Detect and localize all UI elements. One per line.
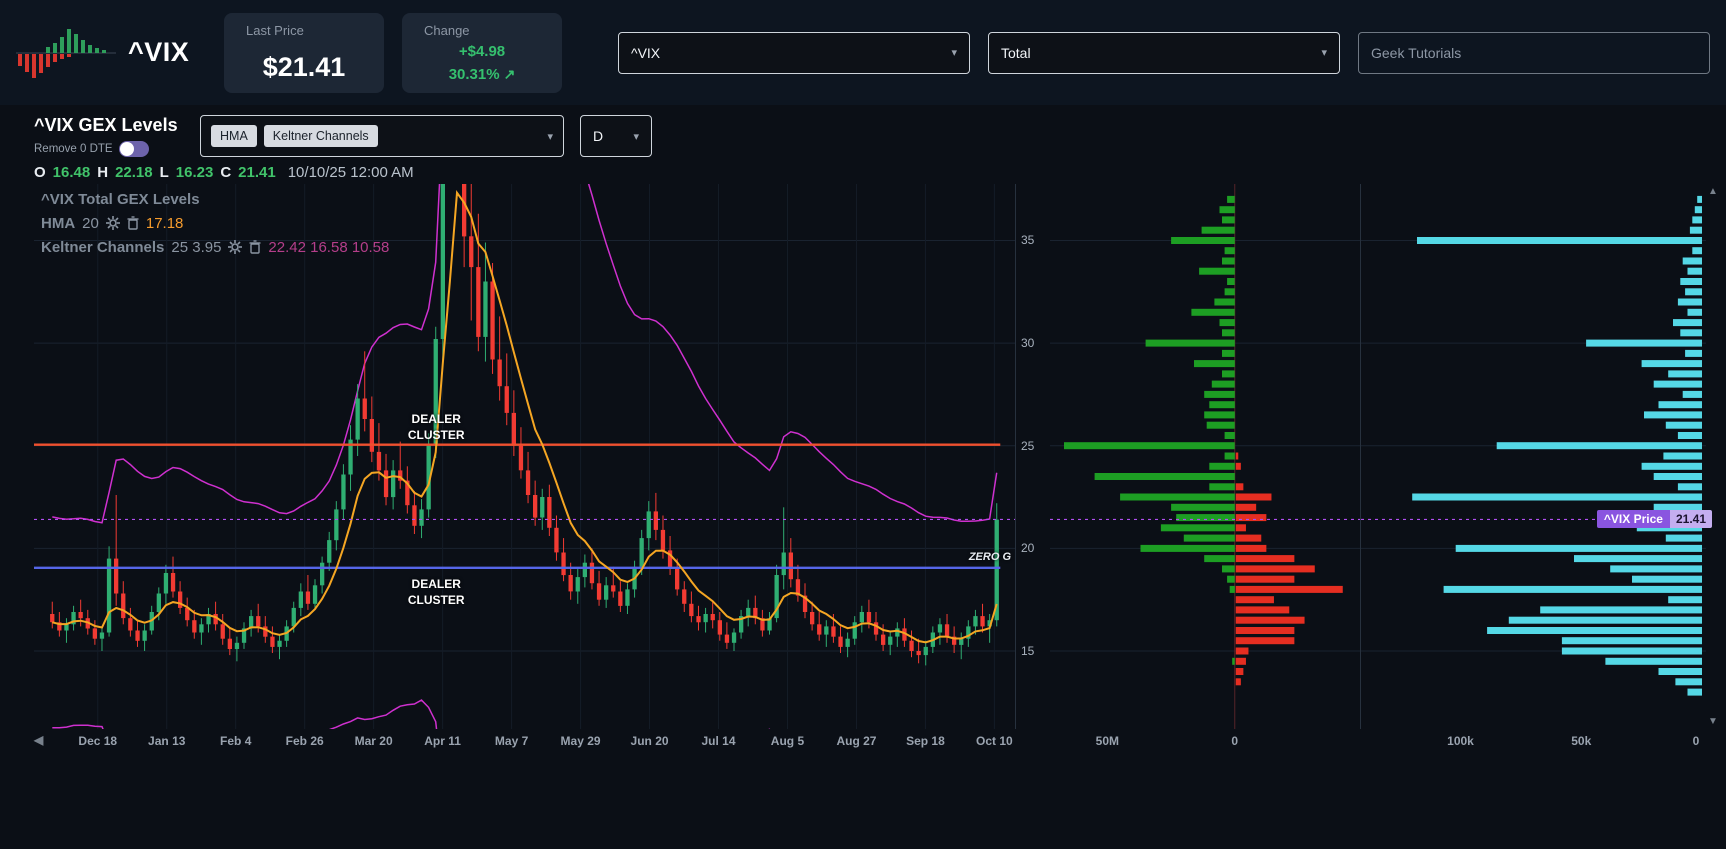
dealer-cluster-label: DEALER CLUSTER bbox=[407, 411, 465, 442]
y-axis-label: 20 bbox=[1021, 541, 1035, 556]
change-card: Change +$4.98 30.31% ↗ bbox=[402, 12, 562, 93]
last-price-value: $21.41 bbox=[262, 51, 346, 82]
zero-gamma-label: ZERO G bbox=[968, 550, 1011, 563]
change-amount: +$4.98 bbox=[458, 43, 506, 60]
ohlc-datetime: 10/10/25 12:00 AM bbox=[287, 164, 414, 181]
x-axis-label: Apr 11 bbox=[424, 734, 461, 748]
legend-keltner-values: 22.42 16.58 10.58 bbox=[268, 238, 390, 256]
chart-title: ^VIX GEX Levels bbox=[34, 115, 178, 135]
gear-icon[interactable] bbox=[228, 240, 243, 254]
price-badge-value: 21.41 bbox=[1669, 510, 1712, 529]
indicator-chip-keltner[interactable]: Keltner Channels bbox=[263, 125, 378, 147]
profile-axis-label: 50k bbox=[1571, 734, 1592, 748]
trash-icon[interactable] bbox=[127, 216, 139, 230]
legend-hma-name: HMA bbox=[41, 214, 76, 232]
scroll-up-icon[interactable]: ▲ bbox=[1708, 186, 1718, 197]
scroll-left-icon[interactable]: ◀ bbox=[34, 733, 43, 747]
price-badge: ^VIX Price 21.41 bbox=[1596, 510, 1712, 529]
watermark-input[interactable] bbox=[1358, 31, 1710, 74]
indicator-select[interactable]: HMA Keltner Channels ▾ bbox=[200, 115, 564, 157]
change-percent: 30.31% ↗ bbox=[448, 65, 516, 83]
top-bar: ^VIX Last Price $21.41 Change +$4.98 30.… bbox=[0, 0, 1726, 105]
timeframe-value: D bbox=[593, 128, 604, 144]
x-axis-label: Oct 10 bbox=[976, 734, 1013, 748]
x-axis-label: May 7 bbox=[494, 734, 529, 748]
ohlc-high-label: H bbox=[97, 164, 109, 181]
y-axis-label: 35 bbox=[1021, 233, 1035, 248]
gex-axis-label: 50M bbox=[1095, 734, 1120, 748]
ohlc-open-value: 16.48 bbox=[52, 164, 91, 181]
waveform-logo-icon bbox=[16, 28, 116, 78]
chevron-down-icon: ▾ bbox=[547, 130, 553, 143]
logo: ^VIX bbox=[16, 25, 206, 81]
gex-bar-chart[interactable] bbox=[1050, 184, 1360, 729]
change-label: Change bbox=[424, 22, 470, 38]
timeframe-select[interactable]: D ▾ bbox=[580, 115, 652, 157]
legend-gex-title: ^VIX Total GEX Levels bbox=[41, 190, 200, 208]
trend-up-icon: ↗ bbox=[503, 65, 516, 82]
y-axis-label: 25 bbox=[1021, 438, 1035, 453]
x-axis-label: Jan 13 bbox=[148, 734, 186, 748]
profile-axis-label: 0 bbox=[1692, 734, 1700, 748]
time-axis[interactable]: ◀ Dec 18 Jan 13 Feb 4 Feb 26 Mar 20 Apr 11 May… bbox=[34, 729, 1722, 753]
ohlc-close-label: C bbox=[220, 164, 232, 181]
gex-type-select[interactable]: Total ▾ bbox=[988, 31, 1340, 74]
x-axis-label: Aug 5 bbox=[770, 734, 805, 748]
symbol-select[interactable]: ^VIX ▾ bbox=[618, 31, 970, 74]
x-axis-label: Feb 4 bbox=[220, 734, 252, 748]
ohlc-low-value: 16.23 bbox=[175, 164, 214, 181]
dealer-cluster-label: DEALER CLUSTER bbox=[407, 576, 465, 608]
gear-icon[interactable] bbox=[105, 216, 120, 230]
x-axis-label: Jun 20 bbox=[630, 734, 669, 748]
y-axis-label: 15 bbox=[1021, 643, 1035, 658]
ohlc-high-value: 22.18 bbox=[115, 164, 153, 181]
x-axis-label: Feb 26 bbox=[285, 734, 324, 748]
price-badge-label: ^VIX Price bbox=[1596, 510, 1670, 529]
trash-icon[interactable] bbox=[249, 240, 261, 254]
ohlc-row: O 16.48 H 22.18 L 16.23 C 21.41 10/10/25… bbox=[0, 159, 1726, 184]
last-price-card: Last Price $21.41 bbox=[224, 12, 384, 93]
symbol-select-value: ^VIX bbox=[631, 44, 661, 61]
x-axis-label: May 29 bbox=[560, 734, 601, 748]
legend-hma-length: 20 bbox=[82, 214, 99, 232]
x-axis-label: Aug 27 bbox=[836, 734, 877, 748]
legend-keltner-name: Keltner Channels bbox=[41, 238, 165, 256]
remove-0dte-label: Remove 0 DTE bbox=[34, 143, 113, 155]
indicator-chip-hma[interactable]: HMA bbox=[211, 125, 257, 147]
ohlc-close-value: 21.41 bbox=[238, 164, 276, 181]
gex-type-select-value: Total bbox=[1001, 44, 1031, 61]
symbol-title: ^VIX bbox=[128, 37, 190, 67]
legend-hma-value: 17.18 bbox=[145, 214, 184, 232]
x-axis-label: Jul 14 bbox=[701, 734, 736, 748]
ohlc-low-label: L bbox=[159, 164, 169, 181]
scroll-down-icon[interactable]: ▼ bbox=[1708, 716, 1718, 727]
candlestick-chart[interactable]: ^VIX Total GEX Levels HMA 20 17.18 Keltn… bbox=[34, 184, 1016, 729]
volume-profile-chart[interactable] bbox=[1360, 184, 1706, 729]
chevron-down-icon: ▾ bbox=[951, 47, 957, 59]
profile-axis-label: 100k bbox=[1447, 734, 1474, 748]
ohlc-open-label: O bbox=[34, 164, 46, 181]
chevron-down-icon: ▾ bbox=[633, 130, 639, 143]
x-axis-label: Dec 18 bbox=[78, 734, 118, 748]
x-axis-label: Sep 18 bbox=[906, 734, 945, 748]
last-price-label: Last Price bbox=[246, 22, 304, 38]
chart-toolbar: ^VIX GEX Levels Remove 0 DTE HMA Keltner… bbox=[0, 105, 1726, 159]
y-axis-label: 30 bbox=[1021, 336, 1035, 351]
chevron-down-icon: ▾ bbox=[1321, 47, 1327, 59]
price-axis[interactable]: 15 20 25 30 35 bbox=[1016, 184, 1050, 729]
legend-keltner-params: 25 3.95 bbox=[171, 238, 222, 256]
gex-axis-label: 0 bbox=[1231, 734, 1239, 748]
vertical-scrollbar[interactable]: ▲ ▼ bbox=[1706, 184, 1722, 729]
chart-area: ^VIX Total GEX Levels HMA 20 17.18 Keltn… bbox=[0, 184, 1726, 753]
toggle-knob bbox=[119, 142, 134, 156]
indicator-legend: ^VIX Total GEX Levels HMA 20 17.18 Keltn… bbox=[41, 187, 389, 259]
x-axis-label: Mar 20 bbox=[354, 734, 393, 748]
remove-0dte-toggle[interactable] bbox=[118, 141, 149, 157]
